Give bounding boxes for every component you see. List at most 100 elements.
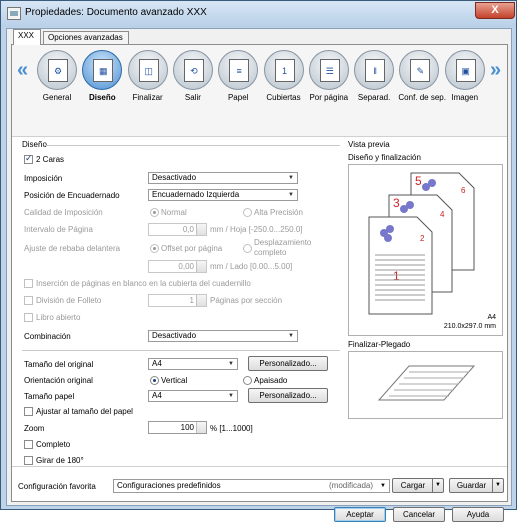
ok-button[interactable]: Aceptar bbox=[334, 507, 386, 522]
general-icon: ⚙ bbox=[37, 50, 77, 90]
trim-shift-radio[interactable] bbox=[243, 244, 252, 253]
category-layout[interactable]: ▦ Diseño bbox=[81, 50, 123, 130]
category-general[interactable]: ⚙ General bbox=[36, 50, 78, 130]
category-finish[interactable]: ◫ Finalizar bbox=[127, 50, 169, 130]
booklet-pages-stepper[interactable]: 1 bbox=[148, 294, 207, 307]
zoom-stepper[interactable]: 100 bbox=[148, 421, 207, 434]
category-output[interactable]: ⟲ Salir bbox=[172, 50, 214, 130]
category-label: Conf. de sep. bbox=[398, 93, 446, 102]
orientation-landscape-label: Apaisado bbox=[254, 376, 288, 385]
paper-icon: ≡ bbox=[218, 50, 259, 90]
tab-xxx[interactable]: XXX bbox=[13, 29, 41, 45]
booklet-unit: Páginas por sección bbox=[210, 296, 283, 305]
original-size-dropdown[interactable]: A4 bbox=[148, 358, 238, 370]
orientation-landscape-radio[interactable] bbox=[243, 376, 252, 385]
paper-custom-button[interactable]: Personalizado... bbox=[248, 388, 328, 403]
paper-size-label: Tamaño papel bbox=[24, 392, 75, 401]
trim-stepper[interactable]: 0,00 bbox=[148, 260, 207, 273]
design-finish-label: Diseño y finalización bbox=[348, 153, 421, 162]
quality-high-radio[interactable] bbox=[243, 208, 252, 217]
paper-size-dropdown[interactable]: A4 bbox=[148, 390, 238, 402]
cancel-button[interactable]: Cancelar bbox=[393, 507, 445, 522]
category-per-page[interactable]: ☰ Por página bbox=[308, 50, 350, 130]
trim-unit: mm / Lado [0.00...5.00] bbox=[210, 262, 293, 271]
original-size-label: Tamaño del original bbox=[24, 360, 94, 369]
properties-window: Propiedades: Documento avanzado XXX X XX… bbox=[0, 0, 517, 522]
rotate-label: Girar de 180° bbox=[36, 456, 84, 465]
quality-normal-radio[interactable] bbox=[150, 208, 159, 217]
finish-icon: ◫ bbox=[127, 50, 168, 90]
scroll-right-icon[interactable]: » bbox=[490, 59, 501, 82]
save-button[interactable]: Guardar ▼ bbox=[449, 478, 504, 493]
tab-advanced-options[interactable]: Opciones avanzadas bbox=[43, 31, 129, 45]
category-image[interactable]: ▣ Imagen bbox=[444, 50, 486, 130]
category-strip: « » ⚙ General ▦ Diseño ◫ Finalizar ⟲ Salir ≡ Pape… bbox=[12, 45, 507, 137]
preview-title: Vista previa bbox=[348, 140, 390, 149]
svg-text:5: 5 bbox=[415, 174, 422, 188]
category-label: Finalizar bbox=[132, 93, 163, 102]
page-interval-label: Intervalo de Página bbox=[24, 225, 93, 234]
zoom-label: Zoom bbox=[24, 424, 45, 433]
binding-dropdown[interactable]: Encuadernado Izquierda bbox=[148, 189, 298, 201]
chevron-down-icon: ▼ bbox=[380, 483, 386, 489]
tab-content: « » ⚙ General ▦ Diseño ◫ Finalizar ⟲ Salir ≡ Pape… bbox=[11, 44, 508, 522]
quality-high-label: Alta Precisión bbox=[254, 208, 303, 217]
paper-dims-text: 210.0x297.0 mm bbox=[444, 323, 496, 330]
trim-offset-radio[interactable] bbox=[150, 244, 159, 253]
page-interval-unit: mm / Hoja [-250.0...250.0] bbox=[210, 225, 303, 234]
imposition-dropdown[interactable]: Desactivado bbox=[148, 172, 298, 184]
load-split-arrow-icon: ▼ bbox=[432, 479, 443, 492]
category-separator-config[interactable]: ✎ Conf. de sep. bbox=[398, 50, 446, 130]
category-label: General bbox=[42, 93, 72, 102]
two-sided-label: 2 Caras bbox=[36, 155, 65, 164]
trim-offset-label: Offset por página bbox=[161, 244, 223, 253]
category-paper[interactable]: ≡ Papel bbox=[217, 50, 259, 130]
favorite-value: Configuraciones predefinidos bbox=[117, 481, 221, 490]
blank-insert-label: Inserción de páginas en blanco en la cub… bbox=[36, 279, 251, 288]
open-book-checkbox[interactable] bbox=[24, 313, 33, 322]
quality-normal-label: Normal bbox=[161, 208, 187, 217]
booklet-split-checkbox[interactable] bbox=[24, 296, 33, 305]
title-bar: Propiedades: Documento avanzado XXX X bbox=[1, 1, 516, 27]
orientation-vertical-label: Vertical bbox=[161, 376, 188, 385]
scroll-left-icon[interactable]: « bbox=[17, 59, 28, 82]
fold-preview bbox=[348, 351, 503, 419]
per-page-icon: ☰ bbox=[308, 50, 349, 90]
category-label: Cubiertas bbox=[266, 93, 301, 102]
complete-label: Completo bbox=[36, 440, 71, 449]
orientation-vertical-radio[interactable] bbox=[150, 376, 159, 385]
svg-text:6: 6 bbox=[461, 186, 466, 195]
category-label: Papel bbox=[227, 93, 249, 102]
binding-label: Posición de Encuadernado bbox=[24, 191, 120, 200]
load-button[interactable]: Cargar ▼ bbox=[392, 478, 444, 493]
svg-text:1: 1 bbox=[393, 269, 400, 283]
trim-shift-label: Desplazamiento completo bbox=[254, 238, 312, 257]
original-custom-button[interactable]: Personalizado... bbox=[248, 356, 328, 371]
dialog-panel: XXX Opciones avanzadas « » ⚙ General ▦ Dise… bbox=[6, 28, 512, 522]
category-label: Salir bbox=[184, 93, 201, 102]
blank-insert-checkbox[interactable] bbox=[24, 279, 33, 288]
zoom-unit: % [1...1000] bbox=[210, 424, 253, 433]
category-separator[interactable]: ‖ Separad. bbox=[353, 50, 395, 130]
open-book-label: Libro abierto bbox=[36, 313, 81, 322]
two-sided-checkbox[interactable] bbox=[24, 153, 33, 164]
complete-checkbox[interactable] bbox=[24, 440, 33, 449]
category-covers[interactable]: 1 Cubiertas bbox=[263, 50, 305, 130]
help-button[interactable]: Ayuda bbox=[452, 507, 504, 522]
svg-text:2: 2 bbox=[420, 234, 425, 243]
folded-sheet-icon bbox=[377, 365, 476, 401]
page-interval-stepper[interactable]: 0,0 bbox=[148, 223, 207, 236]
category-label: Separad. bbox=[357, 93, 391, 102]
close-button[interactable]: X bbox=[475, 2, 515, 19]
rotate-checkbox[interactable] bbox=[24, 456, 33, 465]
save-split-arrow-icon: ▼ bbox=[492, 479, 503, 492]
layout-preview: 5 3 1 6 4 2 A4 210.0x297.0 mm bbox=[348, 164, 503, 336]
fit-paper-checkbox[interactable] bbox=[24, 407, 33, 416]
favorite-modified: (modificada) bbox=[328, 481, 373, 490]
separator-icon: ‖ bbox=[354, 50, 395, 90]
combination-dropdown[interactable]: Desactivado bbox=[148, 330, 298, 342]
favorite-dropdown[interactable]: Configuraciones predefinidos (modificada… bbox=[113, 479, 390, 493]
imposition-label: Imposición bbox=[24, 174, 63, 183]
layout-icon: ▦ bbox=[82, 50, 123, 90]
trim-adjust-label: Ajuste de rebaba delantera bbox=[24, 244, 121, 253]
